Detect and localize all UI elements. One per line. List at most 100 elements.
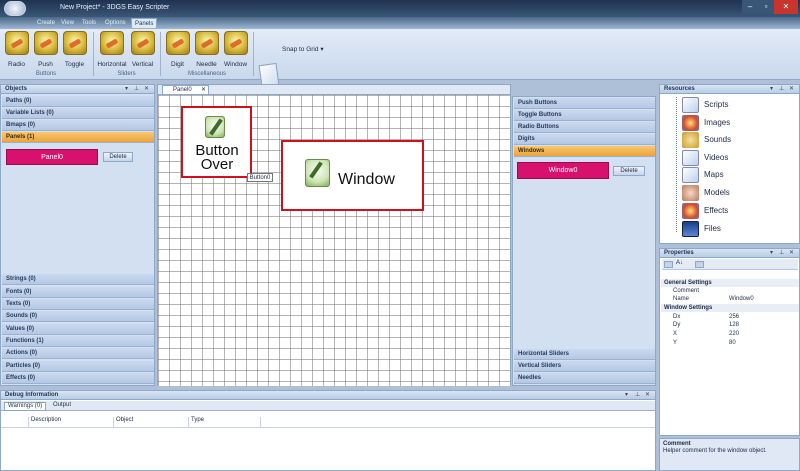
minimize-button[interactable]: –: [742, 0, 758, 14]
resource-sounds[interactable]: Sounds: [682, 132, 731, 148]
app-logo-icon[interactable]: [4, 1, 26, 16]
menu-view[interactable]: View: [58, 18, 77, 28]
category-sounds[interactable]: Sounds (0): [2, 311, 154, 322]
category-values[interactable]: Values (0): [2, 324, 154, 335]
column-type[interactable]: Type: [188, 417, 261, 427]
toggle-button-tool[interactable]: Toggle: [61, 31, 88, 75]
close-icon[interactable]: ✕: [645, 391, 650, 400]
close-button[interactable]: ✕: [774, 0, 798, 14]
category-particles[interactable]: Particles (0): [2, 361, 154, 372]
property-row[interactable]: Dy 128: [661, 321, 799, 329]
section-general-settings[interactable]: General Settings: [661, 279, 799, 287]
objects-title: Objects: [5, 86, 28, 92]
palette-horizontal-sliders[interactable]: Horizontal Sliders: [514, 349, 655, 360]
category-fonts[interactable]: Fonts (0): [2, 287, 154, 298]
property-value[interactable]: Window0: [729, 295, 754, 303]
dropdown-icon[interactable]: ▾: [770, 85, 773, 94]
close-icon[interactable]: ✕: [789, 85, 794, 94]
menu-tools[interactable]: Tools: [79, 18, 99, 28]
horizontal-slider-tool[interactable]: Horizontal: [97, 31, 127, 75]
resource-models[interactable]: Models: [682, 185, 730, 201]
panel0-item[interactable]: Panel0: [6, 149, 98, 165]
push-button-tool[interactable]: Push: [32, 31, 59, 75]
palette-windows[interactable]: Windows: [514, 146, 655, 157]
palette-vertical-sliders[interactable]: Vertical Sliders: [514, 361, 655, 372]
pin-icon[interactable]: ⊥: [779, 249, 784, 258]
palette-push-buttons[interactable]: Push Buttons: [514, 98, 655, 109]
palette-toggle-buttons[interactable]: Toggle Buttons: [514, 110, 655, 121]
tab-panel0[interactable]: Panel0 ✕: [162, 85, 209, 94]
maximize-button[interactable]: ▫: [758, 0, 774, 14]
delete-window-button[interactable]: Delete: [613, 166, 645, 176]
resource-files-label: Files: [704, 224, 721, 233]
column-object[interactable]: Object: [113, 417, 188, 427]
category-bmaps[interactable]: Bmaps (0): [2, 120, 154, 131]
menu-create[interactable]: Create: [34, 18, 58, 28]
categorized-icon[interactable]: [664, 261, 673, 268]
digit-icon: [165, 31, 190, 55]
resources-header: Resources ▾ ⊥ ✕: [660, 85, 799, 94]
resources-panel: Resources ▾ ⊥ ✕ Scripts Images Sounds Vi…: [659, 84, 800, 244]
snap-to-grid-button[interactable]: Snap to Grid ▾: [282, 45, 324, 53]
tab-output[interactable]: Output: [53, 402, 71, 408]
resource-effects[interactable]: Effects: [682, 203, 728, 219]
resource-maps-label: Maps: [704, 170, 724, 179]
needle-tool[interactable]: Needle: [193, 31, 220, 75]
radio-button-tool[interactable]: Radio: [3, 31, 30, 75]
close-icon[interactable]: ✕: [144, 85, 149, 94]
resource-files[interactable]: Files: [682, 221, 721, 237]
property-row[interactable]: Comment: [661, 287, 799, 295]
horizontal-label: Horizontal: [97, 61, 127, 68]
push-icon: [33, 31, 58, 55]
palette-digits[interactable]: Digits: [514, 134, 655, 145]
palette-icon: [682, 203, 699, 219]
resource-maps[interactable]: Maps: [682, 167, 724, 183]
property-value[interactable]: 220: [729, 330, 739, 338]
close-icon[interactable]: ✕: [789, 249, 794, 258]
property-row[interactable]: X 220: [661, 330, 799, 338]
ribbon-separator: [93, 32, 94, 76]
sort-alpha-icon[interactable]: A↓: [676, 260, 683, 266]
property-pages-icon[interactable]: [695, 261, 704, 268]
category-actions[interactable]: Actions (0): [2, 348, 154, 359]
window0-item[interactable]: Window0: [517, 162, 609, 179]
window-tool[interactable]: Window: [222, 31, 249, 75]
dropdown-icon[interactable]: ▾: [770, 249, 773, 258]
category-texts[interactable]: Texts (0): [2, 299, 154, 310]
ribbon: Radio Push Toggle Buttons Horizontal Ver…: [0, 29, 800, 88]
resource-models-label: Models: [704, 188, 730, 197]
dropdown-icon[interactable]: ▾: [625, 391, 628, 400]
palette-needles[interactable]: Needles: [514, 373, 655, 384]
pin-icon[interactable]: ⊥: [635, 391, 640, 400]
button-widget[interactable]: Button Over: [181, 106, 252, 178]
resource-videos[interactable]: Videos: [682, 150, 728, 166]
debug-tabs: Warnings (0) Output: [1, 401, 655, 411]
property-value[interactable]: 80: [729, 339, 736, 347]
pin-icon[interactable]: ⊥: [134, 85, 139, 94]
palette-radio-buttons[interactable]: Radio Buttons: [514, 122, 655, 133]
category-effects[interactable]: Effects (0): [2, 373, 154, 384]
category-functions[interactable]: Functions (1): [2, 336, 154, 347]
property-value[interactable]: 128: [729, 321, 739, 329]
vertical-slider-tool[interactable]: Vertical: [129, 31, 156, 75]
digit-tool[interactable]: Digit: [164, 31, 191, 75]
category-panels[interactable]: Panels (1): [2, 132, 154, 143]
column-description[interactable]: Description: [28, 417, 113, 427]
category-paths[interactable]: Paths (0): [2, 96, 154, 107]
category-variable-lists[interactable]: Variable Lists (0): [2, 108, 154, 119]
menu-panels[interactable]: Panels: [131, 18, 158, 28]
property-value[interactable]: 256: [729, 313, 739, 321]
category-strings[interactable]: Strings (0): [2, 274, 154, 285]
property-row[interactable]: Name Window0: [661, 295, 799, 303]
dropdown-icon[interactable]: ▾: [125, 85, 128, 94]
pin-icon[interactable]: ⊥: [779, 85, 784, 94]
menu-options[interactable]: Options: [102, 18, 129, 28]
section-window-settings[interactable]: Window Settings: [661, 304, 799, 312]
tab-warnings[interactable]: Warnings (0): [4, 402, 47, 411]
resource-scripts[interactable]: Scripts: [682, 97, 728, 113]
property-row[interactable]: Y 80: [661, 339, 799, 347]
window-widget[interactable]: Window: [281, 140, 424, 211]
property-row[interactable]: Dx 256: [661, 313, 799, 321]
delete-panel-button[interactable]: Delete: [103, 152, 133, 162]
resource-images[interactable]: Images: [682, 115, 730, 131]
